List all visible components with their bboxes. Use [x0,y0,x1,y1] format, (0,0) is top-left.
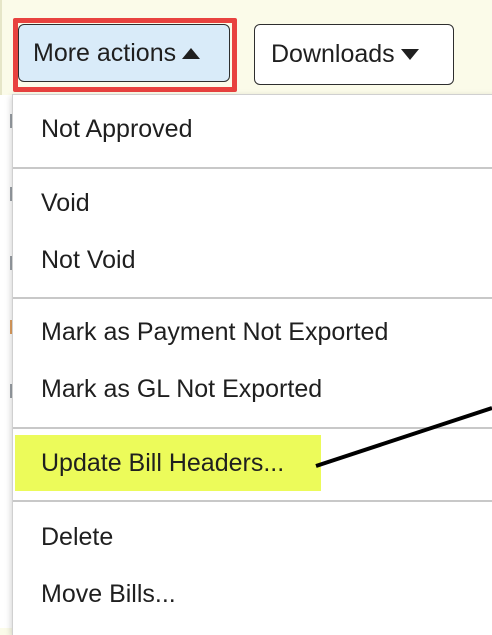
menu-item-not-approved[interactable]: Not Approved [41,115,193,144]
menu-separator [13,297,492,299]
downloads-label: Downloads [271,40,395,68]
downloads-button[interactable]: Downloads [254,24,454,85]
menu-separator [13,167,492,169]
caret-down-icon [400,49,419,60]
menu-item-mark-gl-not-exported[interactable]: Mark as GL Not Exported [41,375,322,404]
menu-separator [13,500,492,502]
more-actions-dropdown-menu: Not Approved Void Not Void Mark as Payme… [12,94,492,635]
menu-item-update-bill-headers[interactable]: Update Bill Headers... [41,449,284,478]
caret-up-icon [182,47,201,59]
menu-item-not-void[interactable]: Not Void [41,246,136,275]
menu-item-void[interactable]: Void [41,189,90,218]
more-actions-label: More actions [33,38,177,67]
menu-item-move-bills[interactable]: Move Bills... [41,580,176,609]
menu-item-mark-payment-not-exported[interactable]: Mark as Payment Not Exported [41,318,388,347]
menu-item-delete[interactable]: Delete [41,523,113,552]
more-actions-button[interactable]: More actions [18,24,230,82]
menu-separator [13,427,492,429]
